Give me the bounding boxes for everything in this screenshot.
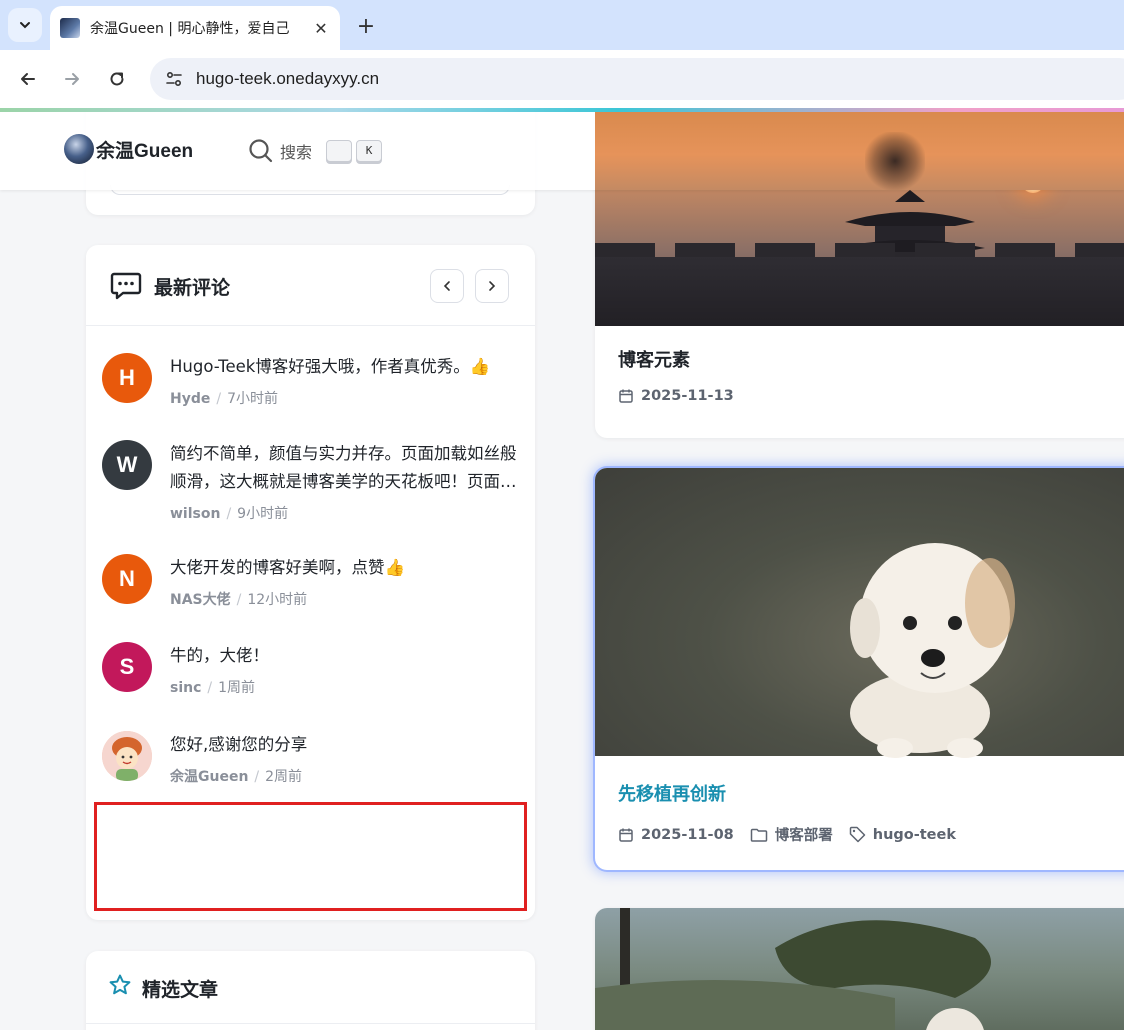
header-backdrop-blur — [595, 112, 1124, 190]
post-date-text: 2025-11-13 — [641, 388, 734, 404]
forward-button[interactable] — [56, 63, 88, 95]
comment-bubble-icon — [110, 271, 142, 305]
avatar[interactable]: S — [102, 642, 152, 692]
chevron-left-icon — [443, 281, 450, 291]
url-text: hugo-teek.onedayxyy.cn — [196, 69, 380, 88]
post-card[interactable] — [595, 908, 1124, 1030]
comments-title: 最新评论 — [154, 277, 231, 299]
browser-tab[interactable]: 余温Gueen | 明心静性，爱自己 ✕ — [50, 6, 340, 50]
post-date: 2025-11-08 — [618, 827, 734, 843]
tab-title: 余温Gueen | 明心静性，爱自己 — [90, 21, 290, 37]
comment-author[interactable]: 余温Gueen — [170, 769, 248, 785]
post-title[interactable]: 先移植再创新 — [618, 780, 726, 806]
comments-card-header: 最新评论 — [86, 245, 535, 326]
featured-articles-card: 精选文章 — [86, 951, 535, 1030]
star-icon — [108, 973, 132, 1001]
calendar-icon — [619, 828, 633, 842]
comment-meta: NAS大佬 / 12小时前 — [170, 589, 307, 609]
comment-time: 2周前 — [265, 769, 303, 785]
post-meta: 2025-11-13 — [618, 388, 750, 404]
tag-icon — [849, 826, 865, 843]
new-tab-button[interactable]: + — [352, 12, 380, 40]
comment-text[interactable]: 大佬开发的博客好美啊，点赞👍 — [170, 554, 522, 582]
back-button[interactable] — [12, 63, 44, 95]
comment-time: 9小时前 — [237, 506, 289, 522]
landscape-photo — [595, 908, 991, 1030]
comment-time: 12小时前 — [247, 592, 308, 608]
favicon-icon — [60, 18, 80, 38]
reload-button[interactable] — [101, 63, 133, 95]
folder-icon — [750, 828, 767, 842]
avatar[interactable]: H — [102, 353, 152, 403]
comments-next-button[interactable] — [475, 269, 509, 303]
post-category[interactable]: 博客部署 — [750, 824, 833, 845]
comment-author[interactable]: Hyde — [170, 391, 210, 407]
post-card-hovered[interactable]: 先移植再创新 2025-11-08 博客部署 hugo-teek — [595, 468, 1124, 870]
browser-toolbar: hugo-teek.onedayxyy.cn — [0, 50, 1124, 108]
comment-meta: 余温Gueen / 2周前 — [170, 766, 302, 786]
search-trigger[interactable]: 搜索 K — [248, 138, 383, 164]
post-category-text[interactable]: 博客部署 — [775, 824, 833, 845]
featured-card-header: 精选文章 — [86, 951, 535, 1024]
meta-separator: / — [226, 506, 232, 522]
page-viewport: 最新评论 H Hugo-Teek博客好强大哦，作者真优秀。👍 Hyde / 7小时前… — [0, 112, 1124, 1030]
highlight-box — [94, 802, 527, 911]
comment-author[interactable]: wilson — [170, 506, 220, 522]
arrow-right-icon — [65, 73, 79, 85]
puppy-photo — [850, 543, 1015, 758]
site-info-icon[interactable] — [162, 67, 186, 91]
comments-prev-button[interactable] — [430, 269, 464, 303]
comment-author[interactable]: sinc — [170, 680, 201, 696]
meta-separator: / — [254, 769, 260, 785]
post-date: 2025-11-13 — [618, 388, 734, 404]
featured-title: 精选文章 — [142, 979, 219, 1001]
meta-separator: / — [207, 680, 213, 696]
comment-text[interactable]: Hugo-Teek博客好强大哦，作者真优秀。👍 — [170, 353, 522, 381]
address-bar[interactable]: hugo-teek.onedayxyy.cn — [150, 58, 1124, 100]
comment-meta: wilson / 9小时前 — [170, 503, 288, 523]
post-tag[interactable]: hugo-teek — [849, 826, 956, 843]
post-date-text: 2025-11-08 — [641, 826, 734, 843]
comment-time: 1周前 — [218, 680, 256, 696]
site-header: 余温Gueen 搜索 K — [0, 112, 1124, 190]
keyboard-modifier-key — [326, 140, 353, 162]
post-meta: 2025-11-08 博客部署 hugo-teek — [618, 824, 972, 845]
close-tab-icon[interactable]: ✕ — [312, 19, 330, 38]
site-logo[interactable]: 余温Gueen — [64, 134, 193, 164]
chevron-down-icon — [20, 22, 30, 29]
comment-meta: sinc / 1周前 — [170, 677, 255, 697]
post-tag-text[interactable]: hugo-teek — [873, 827, 956, 843]
post-cover-image[interactable] — [595, 468, 1124, 758]
post-title[interactable]: 博客元素 — [618, 346, 690, 372]
cartoon-avatar-image — [102, 731, 152, 781]
chevron-right-icon — [489, 281, 496, 291]
calendar-icon — [619, 389, 633, 403]
meta-separator: / — [216, 391, 222, 407]
avatar[interactable] — [102, 731, 152, 781]
tab-search-button[interactable] — [8, 8, 42, 42]
search-icon — [249, 139, 273, 163]
logo-text[interactable]: 余温Gueen — [96, 136, 193, 163]
keyboard-shortcut-key: K — [356, 140, 383, 162]
comment-author[interactable]: NAS大佬 — [170, 592, 231, 608]
comment-text[interactable]: 简约不简单，颜值与实力并存。页面加载如丝般顺滑，这大概就是博客美学的天花板吧！页… — [170, 440, 522, 496]
comment-meta: Hyde / 7小时前 — [170, 388, 278, 408]
post-cover-image[interactable] — [595, 908, 1124, 1030]
comment-text[interactable]: 牛的，大佬！ — [170, 642, 522, 670]
rooftops-silhouette — [595, 243, 1124, 326]
comment-time: 7小时前 — [227, 391, 278, 407]
meta-separator: / — [236, 592, 242, 608]
avatar[interactable]: N — [102, 554, 152, 604]
reload-icon — [110, 72, 124, 86]
search-label: 搜索 — [280, 143, 313, 162]
logo-avatar — [64, 134, 94, 164]
browser-tab-bar: 余温Gueen | 明心静性，爱自己 ✕ + — [0, 0, 1124, 50]
avatar[interactable]: W — [102, 440, 152, 490]
comment-text[interactable]: 您好,感谢您的分享 — [170, 731, 522, 759]
arrow-left-icon — [21, 73, 35, 85]
